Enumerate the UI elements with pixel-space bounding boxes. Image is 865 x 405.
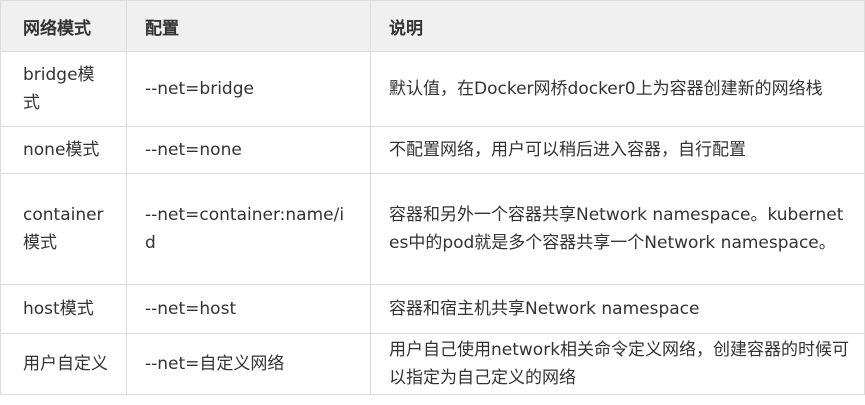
cell-mode: bridge模式 [0,51,127,127]
header-config: 配置 [126,0,371,52]
table-header-row: 网络模式 配置 说明 [0,0,865,52]
table-row: host模式 --net=host 容器和宿主机共享Network namesp… [0,284,865,334]
network-mode-table: 网络模式 配置 说明 bridge模式 --net=bridge 默认值，在Do… [0,0,865,395]
cell-config: --net=host [126,284,371,334]
cell-description: 容器和宿主机共享Network namespace [370,284,865,334]
table-row: none模式 --net=none 不配置网络，用户可以稍后进入容器，自行配置 [0,126,865,174]
header-description: 说明 [370,0,865,52]
cell-config: --net=bridge [126,51,371,127]
cell-description: 默认值，在Docker网桥docker0上为容器创建新的网络栈 [370,51,865,127]
header-mode: 网络模式 [0,0,127,52]
cell-mode: 用户自定义 [0,333,127,395]
cell-mode: none模式 [0,126,127,174]
cell-config: --net=none [126,126,371,174]
table-row: bridge模式 --net=bridge 默认值，在Docker网桥docke… [0,51,865,127]
cell-description: 容器和另外一个容器共享Network namespace。kubernetes中… [370,173,865,285]
cell-mode: container模式 [0,173,127,285]
cell-description: 不配置网络，用户可以稍后进入容器，自行配置 [370,126,865,174]
cell-description: 用户自己使用network相关命令定义网络，创建容器的时候可以指定为自己定义的网… [370,333,865,395]
cell-config: --net=container:name/id [126,173,371,285]
cell-mode: host模式 [0,284,127,334]
table-row: container模式 --net=container:name/id 容器和另… [0,173,865,285]
network-mode-table-container: 网络模式 配置 说明 bridge模式 --net=bridge 默认值，在Do… [0,0,865,405]
cell-config: --net=自定义网络 [126,333,371,395]
table-row: 用户自定义 --net=自定义网络 用户自己使用network相关命令定义网络，… [0,333,865,395]
